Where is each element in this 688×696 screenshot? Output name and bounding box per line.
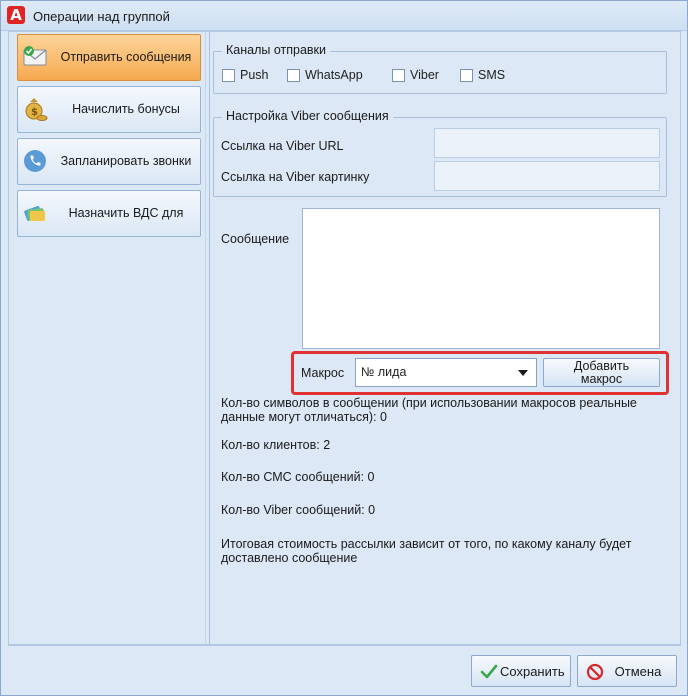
add-macro-button[interactable]: Добавить макрос bbox=[543, 358, 660, 387]
chars-count-line2: данные могут отличаться): 0 bbox=[221, 410, 387, 424]
checkbox-label: SMS bbox=[478, 68, 506, 82]
operations-nav: Отправить сообщения $ Начислить бонусы З… bbox=[8, 32, 206, 644]
nav-item-label: Начислить бонусы bbox=[72, 102, 180, 116]
save-button[interactable]: Сохранить bbox=[471, 655, 571, 687]
money-bag-icon: $ bbox=[25, 98, 48, 121]
viber-count-text: Кол-во Viber сообщений: 0 bbox=[221, 503, 376, 517]
chars-count-line1: Кол-во символов в сообщении (при использ… bbox=[221, 396, 637, 410]
cost-note-text: Итоговая стоимость рассылки зависит от т… bbox=[221, 537, 631, 565]
cards-icon bbox=[24, 205, 45, 221]
dialog-window: A Операции над группой Отправить сообщен… bbox=[0, 0, 688, 696]
nav-accrue-bonuses-button[interactable]: $ Начислить бонусы bbox=[17, 86, 201, 133]
checkbox-box[interactable] bbox=[287, 68, 300, 82]
clients-count-text: Кол-во клиентов: 2 bbox=[221, 438, 331, 452]
cancel-icon bbox=[586, 663, 604, 681]
nav-item-label: Отправить сообщения bbox=[60, 50, 192, 64]
cancel-button[interactable]: Отмена bbox=[577, 655, 677, 687]
envelope-icon bbox=[23, 46, 47, 66]
sms-count-text: Кол-во СМС сообщений: 0 bbox=[221, 470, 375, 484]
nav-item-label: Назначить ВДС для bbox=[68, 206, 184, 220]
viber-checkbox[interactable]: Viber bbox=[392, 68, 439, 82]
nav-assign-vds-button[interactable]: Назначить ВДС для bbox=[17, 190, 201, 237]
window-title: Операции над группой bbox=[33, 9, 170, 24]
macro-select[interactable]: № лида bbox=[355, 358, 537, 387]
footer-separator bbox=[8, 645, 681, 646]
message-textarea[interactable] bbox=[302, 208, 660, 349]
nav-send-messages-button[interactable]: Отправить сообщения bbox=[17, 34, 201, 81]
channels-group: Каналы отправки Push WhatsApp Viber SMS bbox=[213, 43, 667, 94]
app-logo-icon: A bbox=[7, 6, 25, 24]
cost-note-line2: доставлено сообщение bbox=[221, 551, 358, 565]
checkbox-box[interactable] bbox=[392, 68, 405, 82]
message-label: Сообщение bbox=[221, 232, 290, 246]
viber-url-label: Ссылка на Viber URL bbox=[221, 139, 344, 153]
viber-image-label: Ссылка на Viber картинку bbox=[221, 170, 370, 184]
checkbox-label: Viber bbox=[410, 68, 439, 82]
viber-image-input[interactable] bbox=[434, 161, 660, 191]
cost-note-line1: Итоговая стоимость рассылки зависит от т… bbox=[221, 537, 632, 551]
add-macro-label-line2: макрос bbox=[580, 372, 623, 386]
chars-count-text: Кол-во символов в сообщении (при использ… bbox=[221, 396, 637, 424]
viber-settings-legend: Настройка Viber сообщения bbox=[222, 109, 393, 123]
chevron-down-icon[interactable] bbox=[518, 370, 528, 376]
channels-legend: Каналы отправки bbox=[222, 43, 331, 57]
sms-checkbox[interactable]: SMS bbox=[460, 68, 505, 82]
viber-url-input[interactable] bbox=[434, 128, 660, 158]
nav-item-label: Запланировать звонки bbox=[60, 154, 192, 168]
macro-label: Макрос bbox=[301, 366, 345, 380]
phone-icon bbox=[24, 150, 46, 172]
push-checkbox[interactable]: Push bbox=[222, 68, 269, 82]
whatsapp-checkbox[interactable]: WhatsApp bbox=[287, 68, 363, 82]
checkbox-label: WhatsApp bbox=[305, 68, 363, 82]
checkmark-icon bbox=[480, 664, 498, 679]
save-button-label: Сохранить bbox=[500, 664, 565, 679]
checkbox-box[interactable] bbox=[222, 68, 235, 82]
checkbox-box[interactable] bbox=[460, 68, 473, 82]
cancel-button-label: Отмена bbox=[614, 664, 662, 679]
title-bar: A Операции над группой bbox=[1, 1, 687, 31]
macro-selected-value: № лида bbox=[361, 365, 407, 379]
checkbox-label: Push bbox=[240, 68, 269, 82]
svg-text:$: $ bbox=[31, 107, 38, 118]
nav-schedule-calls-button[interactable]: Запланировать звонки bbox=[17, 138, 201, 185]
